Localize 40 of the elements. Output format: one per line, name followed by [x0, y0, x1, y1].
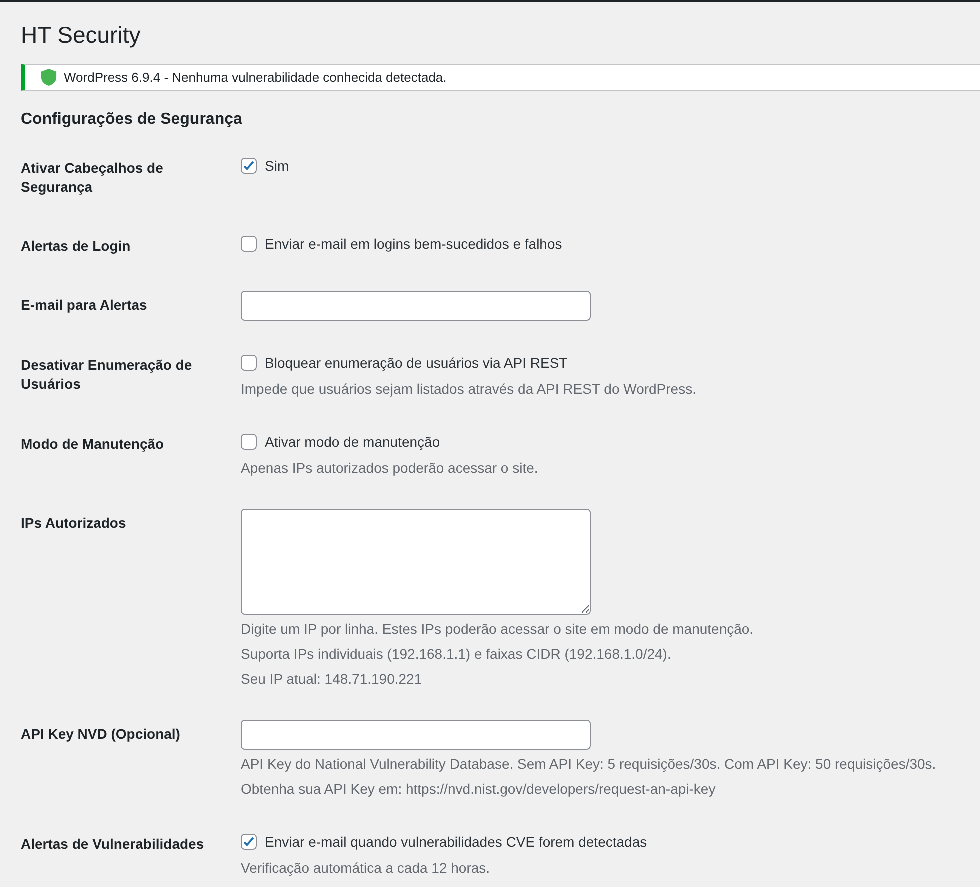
- field-description: Apenas IPs autorizados poderão acessar o site.: [241, 459, 538, 478]
- checkbox-label: Ativar modo de manutenção: [265, 433, 440, 452]
- checkbox-label: Sim: [265, 157, 290, 176]
- checkmark-icon: [242, 159, 256, 173]
- field-label: API Key NVD (Opcional): [21, 725, 182, 744]
- text-input[interactable]: [241, 291, 591, 321]
- checkbox-option[interactable]: Sim: [241, 154, 290, 178]
- field-description: Seu IP atual: 148.71.190.221: [241, 670, 424, 689]
- page-title: HT Security: [21, 21, 142, 50]
- field-description: Suporta IPs individuais (192.168.1.1) e faixas CIDR (192.168.1.0/24).: [241, 645, 672, 664]
- field-description: Impede que usuários sejam listados através da API REST do WordPress.: [241, 380, 696, 399]
- field-label: Ativar Cabeçalhos de Segurança: [21, 159, 164, 197]
- checkbox-option[interactable]: Enviar e-mail quando vulnerabilidades CVE forem detectadas: [241, 830, 648, 854]
- checkbox-option[interactable]: Ativar modo de manutenção: [241, 430, 440, 454]
- section-title: Configurações de Segurança: [21, 110, 244, 130]
- checkbox-option[interactable]: Enviar e-mail em logins bem-sucedidos e falhos: [241, 232, 562, 256]
- field-label: Alertas de Login: [21, 237, 132, 256]
- checkbox[interactable]: [241, 355, 257, 371]
- checkbox-label: Enviar e-mail em logins bem-sucedidos e falhos: [265, 235, 562, 254]
- field-label: Alertas de Vulnerabilidades: [21, 835, 206, 854]
- checkbox-label: Enviar e-mail quando vulnerabilidades CVE forem detectadas: [265, 833, 648, 852]
- field-description: Obtenha sua API Key em: https://nvd.nist.gov/developers/request-an-api-key: [241, 780, 717, 799]
- field-label: E-mail para Alertas: [21, 296, 148, 315]
- checkbox-option[interactable]: Bloquear enumeração de usuários via API REST: [241, 351, 568, 375]
- checkbox[interactable]: [241, 236, 257, 252]
- checkbox-label: Bloquear enumeração de usuários via API REST: [265, 354, 568, 373]
- textarea-input[interactable]: [241, 509, 591, 615]
- field-description: API Key do National Vulnerability Database. Sem API Key: 5 requisições/30s. Com API Key: 50 requisições/30s.: [241, 755, 936, 774]
- text-input[interactable]: [241, 720, 591, 750]
- field-label: Desativar Enumeração de Usuários: [21, 356, 194, 394]
- field-label: Modo de Manutenção: [21, 435, 166, 454]
- field-description: Verificação automática a cada 12 horas.: [241, 859, 492, 878]
- checkbox[interactable]: [241, 158, 257, 174]
- checkbox[interactable]: [241, 834, 257, 850]
- checkbox[interactable]: [241, 434, 257, 450]
- field-description: Digite um IP por linha. Estes IPs poderão acessar o site em modo de manutenção.: [241, 620, 754, 639]
- field-label: IPs Autorizados: [21, 514, 128, 533]
- notice-text: WordPress 6.9.4 - Nenhuma vulnerabilidade conhecida detectada.: [64, 68, 447, 87]
- checkmark-icon: [242, 835, 256, 849]
- shield-icon: [41, 69, 57, 86]
